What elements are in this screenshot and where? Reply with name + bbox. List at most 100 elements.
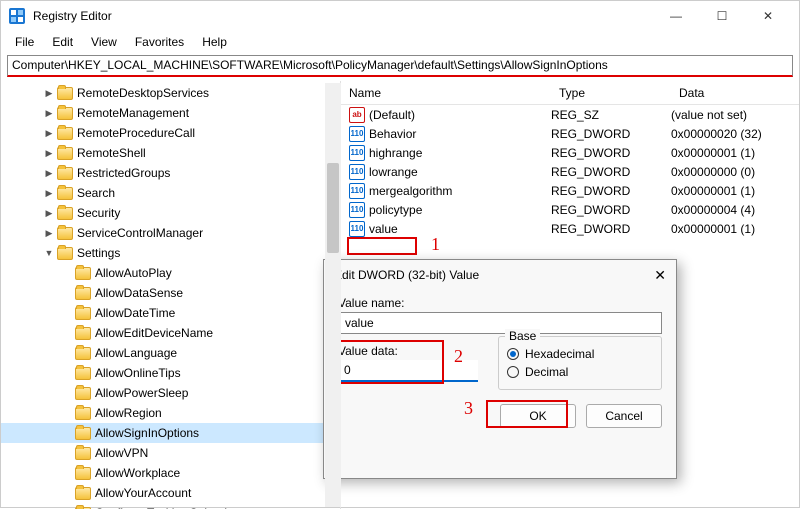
tree-item[interactable]: ▶ RemoteProcedureCall [1, 123, 340, 143]
value-data: (value not set) [671, 108, 799, 122]
tree-item[interactable]: AllowAutoPlay [1, 263, 340, 283]
dialog-close-icon[interactable]: ✕ [654, 267, 666, 284]
radio-off-icon [507, 366, 519, 378]
tree-item[interactable]: ▶Search [1, 183, 340, 203]
titlebar: Registry Editor — ☐ ✕ [1, 1, 799, 31]
menu-favorites[interactable]: Favorites [127, 33, 192, 51]
folder-icon [75, 487, 91, 500]
list-header[interactable]: Name Type Data [341, 81, 799, 105]
minimize-button[interactable]: — [653, 1, 699, 31]
dialog-title: Edit DWORD (32-bit) Value [334, 268, 479, 282]
radio-dec-label: Decimal [525, 365, 568, 379]
tree-item-label: RemoteDesktopServices [77, 86, 209, 100]
list-row[interactable]: 110valueREG_DWORD0x00000001 (1) [341, 219, 799, 238]
address-bar[interactable]: Computer\HKEY_LOCAL_MACHINE\SOFTWARE\Mic… [7, 55, 793, 77]
tree-item[interactable]: ▶ RemoteManagement [1, 103, 340, 123]
tree-item[interactable]: AllowSignInOptions [1, 423, 340, 443]
tree-item[interactable]: AllowDataSense [1, 283, 340, 303]
tree-item[interactable]: ▶ RemoteDesktopServices [1, 83, 340, 103]
list-row[interactable]: 110highrangeREG_DWORD0x00000001 (1) [341, 143, 799, 162]
tree-item[interactable]: AllowPowerSleep [1, 383, 340, 403]
reg-string-icon: ab [349, 107, 365, 123]
tree-item-label: RestrictedGroups [77, 166, 170, 180]
col-header-data[interactable]: Data [671, 86, 799, 100]
col-header-type[interactable]: Type [551, 86, 671, 100]
menu-view[interactable]: View [83, 33, 125, 51]
value-data: 0x00000004 (4) [671, 203, 799, 217]
edit-dword-dialog: Edit DWORD (32-bit) Value ✕ Value name: … [323, 259, 677, 479]
tree-item[interactable]: AllowOnlineTips [1, 363, 340, 383]
tree-item-label: AllowSignInOptions [95, 426, 199, 440]
scrollbar-thumb[interactable] [327, 163, 339, 253]
tree-scrollbar[interactable] [325, 83, 341, 507]
tree-expand-icon[interactable]: ▼ [43, 248, 55, 258]
tree-item-label: Settings [77, 246, 120, 260]
tree-item-label: AllowDateTime [95, 306, 175, 320]
tree-expand-icon[interactable]: ▶ [43, 188, 55, 199]
value-data: 0x00000001 (1) [671, 146, 799, 160]
radio-hexadecimal[interactable]: Hexadecimal [507, 347, 653, 361]
tree-item[interactable]: ▶Security [1, 203, 340, 223]
tree-expand-icon[interactable]: ▶ [43, 108, 55, 119]
tree-expand-icon[interactable]: ▶ [43, 148, 55, 159]
window-title: Registry Editor [33, 9, 653, 23]
cancel-button[interactable]: Cancel [586, 404, 662, 428]
folder-icon [75, 387, 91, 400]
tree-view[interactable]: ▶RemoteDesktopServices▶RemoteManagement▶… [1, 81, 341, 509]
base-group-label: Base [505, 329, 540, 343]
list-row[interactable]: 110policytypeREG_DWORD0x00000004 (4) [341, 200, 799, 219]
tree-item-label: AllowPowerSleep [95, 386, 188, 400]
tree-item[interactable]: ▶ServiceControlManager [1, 223, 340, 243]
tree-expand-icon[interactable]: ▶ [43, 208, 55, 219]
folder-icon [57, 127, 73, 140]
tree-item[interactable]: AllowDateTime [1, 303, 340, 323]
tree-expand-icon[interactable]: ▶ [43, 128, 55, 139]
tree-item[interactable]: AllowLanguage [1, 343, 340, 363]
menu-edit[interactable]: Edit [44, 33, 81, 51]
value-name: mergealgorithm [369, 184, 452, 198]
tree-item[interactable]: ▶ RestrictedGroups [1, 163, 340, 183]
tree-item-label: AllowOnlineTips [95, 366, 181, 380]
folder-icon [75, 367, 91, 380]
tree-item[interactable]: AllowRegion [1, 403, 340, 423]
value-name: Behavior [369, 127, 416, 141]
folder-icon [57, 107, 73, 120]
value-type: REG_DWORD [551, 203, 671, 217]
tree-item[interactable]: AllowEditDeviceName [1, 323, 340, 343]
tree-expand-icon[interactable]: ▶ [43, 168, 55, 179]
menu-help[interactable]: Help [194, 33, 235, 51]
tree-item-label: RemoteManagement [77, 106, 189, 120]
menu-file[interactable]: File [7, 33, 42, 51]
tree-expand-icon[interactable]: ▶ [43, 88, 55, 99]
folder-icon [75, 327, 91, 340]
value-name: (Default) [369, 108, 415, 122]
tree-item[interactable]: AllowWorkplace [1, 463, 340, 483]
tree-expand-icon[interactable]: ▶ [43, 228, 55, 239]
folder-icon [75, 467, 91, 480]
reg-dword-icon: 110 [349, 183, 365, 199]
value-data: 0x00000020 (32) [671, 127, 799, 141]
tree-item-label: RemoteProcedureCall [77, 126, 195, 140]
list-row[interactable]: 110mergealgorithmREG_DWORD0x00000001 (1) [341, 181, 799, 200]
radio-decimal[interactable]: Decimal [507, 365, 653, 379]
tree-item-label: AllowAutoPlay [95, 266, 172, 280]
reg-dword-icon: 110 [349, 145, 365, 161]
close-button[interactable]: ✕ [745, 1, 791, 31]
col-header-name[interactable]: Name [341, 86, 551, 100]
list-row[interactable]: ab(Default)REG_SZ(value not set) [341, 105, 799, 124]
tree-item[interactable]: AllowYourAccount [1, 483, 340, 503]
tree-item[interactable]: ConfigureTaskbarCalendar [1, 503, 340, 509]
folder-icon [57, 227, 73, 240]
ok-button[interactable]: OK [500, 404, 576, 428]
tree-item[interactable]: AllowVPN [1, 443, 340, 463]
list-row[interactable]: 110lowrangeREG_DWORD0x00000000 (0) [341, 162, 799, 181]
tree-item-label: AllowVPN [95, 446, 148, 460]
value-data: 0x00000001 (1) [671, 222, 799, 236]
value-name-input[interactable] [338, 312, 662, 334]
reg-dword-icon: 110 [349, 126, 365, 142]
tree-item[interactable]: ▼ Settings [1, 243, 340, 263]
list-row[interactable]: 110BehaviorREG_DWORD0x00000020 (32) [341, 124, 799, 143]
reg-dword-icon: 110 [349, 202, 365, 218]
maximize-button[interactable]: ☐ [699, 1, 745, 31]
tree-item[interactable]: ▶RemoteShell [1, 143, 340, 163]
